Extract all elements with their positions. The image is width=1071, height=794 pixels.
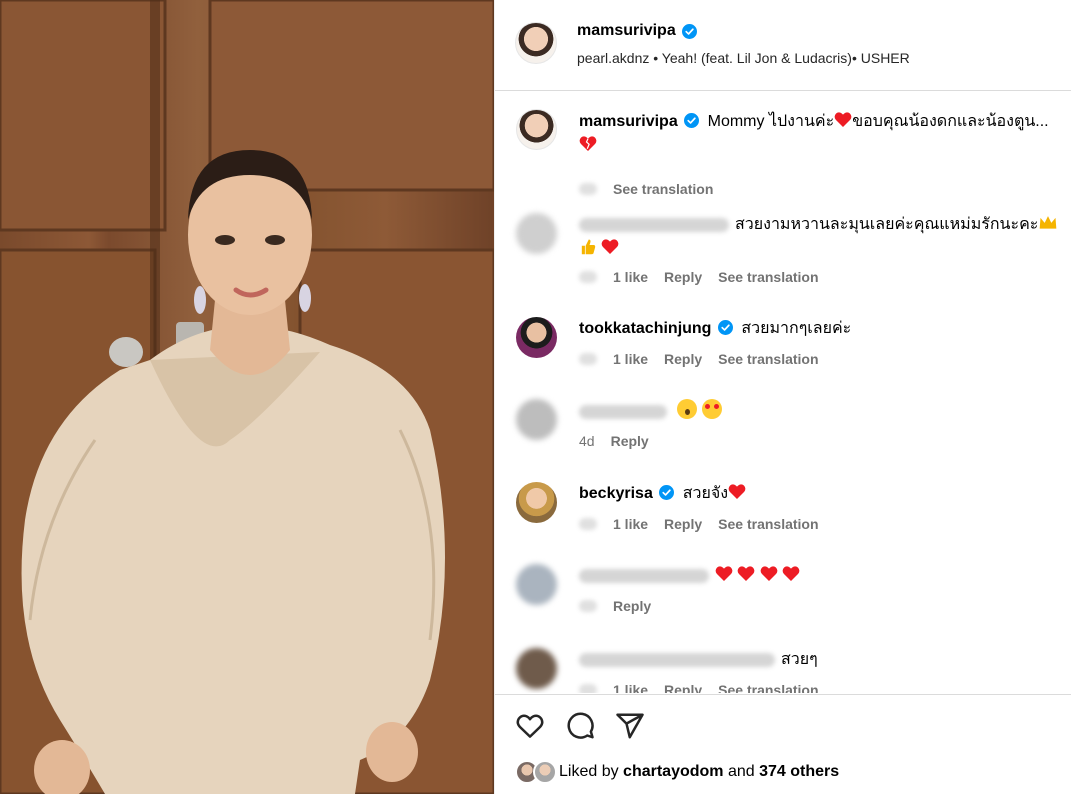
commenter-username[interactable]: tookkatachinjung	[579, 320, 711, 337]
commenter-username[interactable]	[579, 404, 667, 419]
comment-text: สวยงามหวานละมุนเลยค่ะคุณแหม่มรักนะคะ	[579, 213, 1064, 261]
see-translation-link[interactable]: See translation	[718, 351, 818, 367]
comment-meta: 1 like Reply See translation	[579, 682, 819, 693]
like-count[interactable]: 1 like	[613, 682, 648, 693]
timestamp	[579, 271, 597, 283]
comment-text	[579, 399, 1064, 424]
comment-body: สวยมากๆเลยค่ะ	[741, 320, 852, 337]
like-count[interactable]: 1 like	[613, 269, 648, 285]
author-username[interactable]: mamsurivipa	[577, 22, 676, 40]
reply-button[interactable]: Reply	[611, 433, 649, 449]
reply-button[interactable]: Reply	[664, 516, 702, 532]
timestamp	[579, 183, 597, 195]
timestamp	[579, 684, 597, 693]
caption-avatar[interactable]	[516, 109, 557, 150]
comment-text: beckyrisa สวยจัง	[579, 482, 1064, 506]
woman-photo-illustration	[0, 0, 494, 794]
see-translation-link[interactable]: See translation	[613, 181, 713, 197]
commenter-avatar[interactable]	[516, 399, 557, 440]
thumbs-up-icon	[581, 239, 596, 255]
verified-badge-icon	[681, 23, 697, 39]
caption-meta: See translation	[579, 181, 713, 197]
astonished-face-icon	[677, 399, 698, 419]
commenter-avatar[interactable]	[516, 564, 557, 605]
red-heart-icon	[715, 566, 733, 581]
commenter-username[interactable]	[579, 568, 709, 583]
comment-meta: Reply	[579, 598, 651, 614]
liked-by-others-count[interactable]: 374 others	[759, 763, 839, 781]
reply-button[interactable]: Reply	[664, 682, 702, 693]
red-heart-icon	[738, 566, 755, 581]
liked-by-and: and	[727, 763, 755, 780]
comment-meta: 4d Reply	[579, 433, 649, 449]
post-actions-bar	[495, 694, 1071, 754]
comment-body: สวยๆ	[781, 651, 818, 668]
reply-button[interactable]: Reply	[613, 598, 651, 614]
music-info[interactable]: pearl.akdnz • Yeah! (feat. Lil Jon & Lud…	[577, 50, 910, 66]
liked-by-avatars	[515, 760, 557, 784]
heart-eyes-face-icon	[701, 399, 722, 419]
red-heart-icon	[728, 484, 746, 499]
comment-meta: 1 like Reply See translation	[579, 351, 819, 367]
commenter-avatar[interactable]	[516, 213, 557, 254]
verified-badge-icon	[659, 485, 675, 500]
comments-list[interactable]: mamsurivipa Mommy ไปงานค่ะ ขอบคุณน้องดกแล…	[495, 92, 1071, 693]
broken-heart-icon	[579, 136, 597, 151]
commenter-username[interactable]	[579, 217, 729, 232]
see-translation-link[interactable]: See translation	[718, 682, 818, 693]
share-send-icon[interactable]	[615, 711, 645, 741]
avatar	[533, 760, 557, 784]
comment-text: สวยๆ	[579, 648, 1064, 672]
red-heart-icon	[834, 112, 852, 127]
caption-text: mamsurivipa Mommy ไปงานค่ะ ขอบคุณน้องดกแล…	[579, 110, 1064, 158]
liked-by-summary[interactable]: Liked by chartayodom and 374 others	[515, 760, 839, 784]
see-translation-link[interactable]: See translation	[718, 516, 818, 532]
comment-text: tookkatachinjung สวยมากๆเลยค่ะ	[579, 317, 1064, 341]
comment-body: สวยจัง	[682, 485, 729, 502]
crown-icon	[1040, 216, 1057, 229]
comment-meta: 1 like Reply See translation	[579, 269, 819, 285]
timestamp: 4d	[579, 433, 595, 449]
reply-button[interactable]: Reply	[664, 269, 702, 285]
author-username-row: mamsurivipa	[577, 22, 697, 40]
comment-body: สวยงามหวานละมุนเลยค่ะคุณแหม่มรักนะคะ	[735, 216, 1039, 233]
like-heart-icon[interactable]	[515, 711, 545, 741]
post-photo[interactable]	[0, 0, 494, 794]
timestamp	[579, 600, 597, 612]
red-heart-icon	[602, 239, 619, 254]
commenter-avatar[interactable]	[516, 317, 557, 358]
comment-text	[579, 564, 1064, 588]
timestamp	[579, 518, 597, 530]
like-count[interactable]: 1 like	[613, 351, 648, 367]
commenter-avatar[interactable]	[516, 482, 557, 523]
post-header: mamsurivipa pearl.akdnz • Yeah! (feat. L…	[495, 0, 1071, 91]
like-count[interactable]: 1 like	[613, 516, 648, 532]
comment-meta: 1 like Reply See translation	[579, 516, 819, 532]
commenter-avatar[interactable]	[516, 648, 557, 689]
reply-button[interactable]: Reply	[664, 351, 702, 367]
red-heart-icon	[760, 566, 778, 581]
liked-by-prefix: Liked by	[559, 763, 619, 780]
caption-username[interactable]: mamsurivipa	[579, 113, 678, 130]
timestamp	[579, 353, 597, 365]
verified-badge-icon	[717, 320, 733, 335]
see-translation-link[interactable]: See translation	[718, 269, 818, 285]
author-avatar[interactable]	[515, 22, 557, 64]
commenter-username[interactable]	[579, 652, 775, 667]
post-details-panel: mamsurivipa pearl.akdnz • Yeah! (feat. L…	[494, 0, 1071, 794]
caption-body-rest: ขอบคุณน้องดกและน้องตูน...	[852, 113, 1049, 130]
verified-badge-icon	[684, 113, 700, 128]
caption-body: Mommy ไปงานค่ะ	[707, 113, 835, 130]
liked-by-username[interactable]: chartayodom	[623, 763, 723, 781]
comment-icon[interactable]	[565, 711, 595, 741]
commenter-username[interactable]: beckyrisa	[579, 485, 653, 502]
red-heart-icon	[782, 566, 800, 581]
